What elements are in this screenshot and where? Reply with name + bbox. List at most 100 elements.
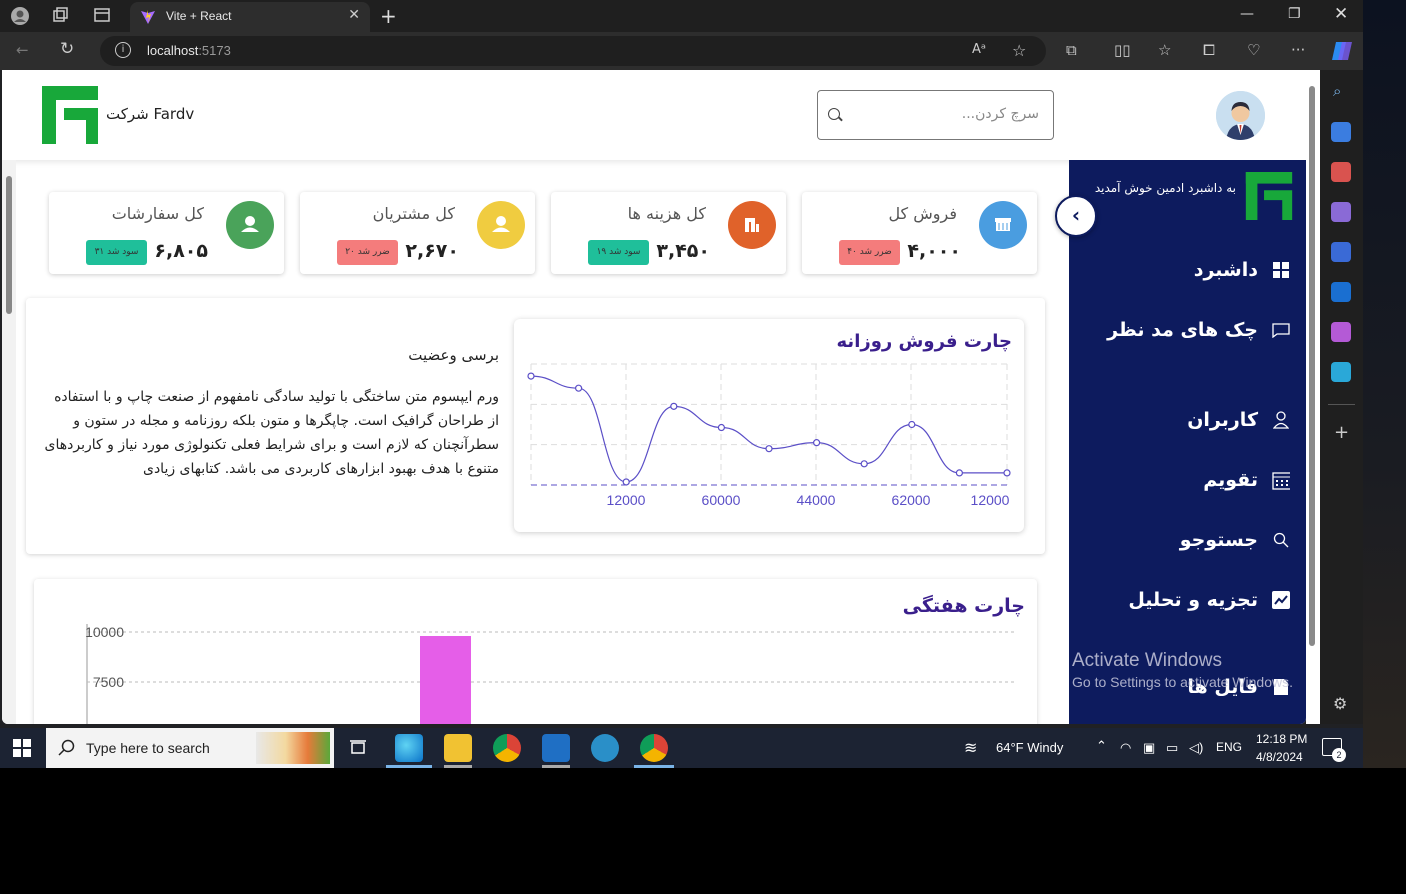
chat-icon <box>1272 321 1290 339</box>
edge-taskbar-icon[interactable] <box>395 734 423 762</box>
designer-icon[interactable] <box>1331 322 1351 342</box>
avatar[interactable] <box>1216 91 1265 140</box>
briefcase-icon[interactable] <box>1331 162 1351 182</box>
data-point <box>955 469 963 477</box>
left-scrollbar[interactable] <box>2 160 16 724</box>
user-avatar-icon <box>1216 91 1265 140</box>
sidebar-item-checks[interactable]: چک های مد نظر <box>1107 315 1290 345</box>
tab-vite-react[interactable]: Vite + React ✕ <box>130 2 370 32</box>
performance-icon[interactable]: ♡ <box>1247 41 1260 59</box>
sidebar-item-label: داشبرد <box>1193 259 1258 281</box>
collections-icon[interactable]: ⧠ <box>1203 41 1215 59</box>
minimize-icon[interactable]: — <box>1240 6 1254 22</box>
split-screen-icon[interactable]: ▯▯ <box>1114 41 1131 59</box>
data-point <box>813 439 821 447</box>
series-line <box>530 375 1007 483</box>
weather-text[interactable]: 64°F Windy <box>996 740 1063 755</box>
daily-line-chart: 12000 60000 44000 62000 12000 <box>527 363 1011 508</box>
profile-icon[interactable] <box>10 6 30 26</box>
tag-icon[interactable] <box>1331 122 1351 142</box>
settings-gear-icon[interactable]: ⚙ <box>1333 694 1347 713</box>
review-title: برسی وعضیت <box>408 346 499 364</box>
clock-date[interactable]: 4/8/2024 <box>1256 750 1303 764</box>
x-tick-label: 12000 <box>971 492 1010 508</box>
new-tab-icon[interactable]: + <box>380 4 397 28</box>
card-total-orders: کل سفارشات ۶,۸۰۵ سود شد ۳۱ <box>49 192 284 274</box>
data-point <box>527 372 535 380</box>
add-icon[interactable]: + <box>1334 422 1349 443</box>
weekly-panel: چارت هفتگی 10000 7500 <box>34 579 1037 724</box>
y-tick-label: 10000 <box>85 624 124 640</box>
card-total-expenses: کل هزینه ها ۳,۴۵۰ سود شد ۱۹ <box>551 192 786 274</box>
analytics-icon <box>1272 591 1290 609</box>
workspaces-icon[interactable] <box>50 6 70 26</box>
watermark-line2: Go to Settings to activate Windows. <box>1072 674 1293 690</box>
games-icon[interactable] <box>1331 202 1351 222</box>
more-menu-icon[interactable]: ··· <box>1291 41 1305 59</box>
refresh-icon[interactable]: ↻ <box>60 39 74 59</box>
sidebar-item-users[interactable]: کاربران <box>1187 405 1290 435</box>
card-title: کل هزینه ها <box>627 204 706 223</box>
status-badge: سود شد ۱۹ <box>588 240 649 265</box>
card-title: فروش کل <box>888 204 957 223</box>
favorites-icon[interactable]: ☆ <box>1158 41 1171 59</box>
restore-icon[interactable]: ❐ <box>1288 6 1301 22</box>
chevron-up-icon[interactable]: ⌃ <box>1096 738 1107 754</box>
close-window-icon[interactable]: ✕ <box>1334 4 1348 24</box>
weather-icon[interactable]: ≋ <box>964 738 977 758</box>
outlook-icon[interactable] <box>1331 282 1351 302</box>
vscode-icon[interactable] <box>542 734 570 762</box>
status-badge: سود شد ۳۱ <box>86 240 147 265</box>
wifi-icon[interactable]: ◠ <box>1120 740 1131 756</box>
sidebar-item-label: کاربران <box>1187 409 1258 431</box>
sidebar-item-search[interactable]: جستوجو <box>1180 525 1290 555</box>
language-indicator[interactable]: ENG <box>1216 740 1242 754</box>
volume-icon[interactable]: ◁) <box>1189 740 1203 756</box>
site-info-icon[interactable]: i <box>115 42 131 58</box>
tab-actions-icon[interactable] <box>92 6 112 26</box>
card-title: کل مشتریان <box>372 204 455 223</box>
chrome-canary-icon[interactable] <box>640 734 668 762</box>
grid-icon <box>1272 261 1290 279</box>
sidebar-item-dashboard[interactable]: داشبرد <box>1194 255 1290 285</box>
sidebar-toggle-button[interactable]: ‹ <box>1055 195 1097 237</box>
read-aloud-icon[interactable]: Aᵃ <box>972 42 986 57</box>
copilot-sidebar-icon[interactable] <box>1331 242 1351 262</box>
close-tab-icon[interactable]: ✕ <box>348 7 360 23</box>
favorite-star-icon[interactable]: ☆ <box>1012 41 1026 60</box>
battery-icon[interactable]: ▭ <box>1166 740 1178 756</box>
data-point <box>670 402 678 410</box>
search-icon <box>58 739 75 756</box>
copilot-icon[interactable] <box>1330 40 1354 62</box>
taskbar-search[interactable]: Type here to search <box>46 728 334 768</box>
shop-icon <box>979 201 1027 249</box>
y-tick-label: 7500 <box>93 674 124 690</box>
data-point <box>717 423 725 432</box>
page-scrollbar[interactable] <box>1306 70 1320 724</box>
task-view-icon[interactable] <box>348 739 368 761</box>
watermark-line1: Activate Windows <box>1072 650 1222 671</box>
sidebar-item-analytics[interactable]: تجزیه و تحلیل <box>1128 585 1290 615</box>
sidebar-divider <box>1328 404 1355 405</box>
security-icon[interactable]: ▣ <box>1143 740 1155 756</box>
windows-start-icon[interactable] <box>13 739 31 761</box>
data-point <box>860 460 868 468</box>
daily-panel: چارت فروش روزانه 12000 60000 44000 62000 120… <box>26 298 1045 554</box>
url-field[interactable]: i localhost:5173 Aᵃ ☆ <box>100 36 1046 66</box>
sidebar-item-calendar[interactable]: تقویم <box>1203 465 1290 495</box>
extensions-icon[interactable]: ⧉ <box>1066 41 1077 59</box>
chrome-icon[interactable] <box>493 734 521 762</box>
send-icon[interactable] <box>1331 362 1351 382</box>
back-icon[interactable]: ← <box>16 41 29 59</box>
sidebar-item-label: تجزیه و تحلیل <box>1128 589 1258 611</box>
search-box[interactable]: ...سرچ کردن <box>817 90 1054 140</box>
data-point <box>1003 469 1011 477</box>
clock-time[interactable]: 12:18 PM <box>1256 732 1307 746</box>
data-point <box>574 384 583 392</box>
search-icon[interactable]: ⌕ <box>1333 82 1341 100</box>
vivaldi-icon[interactable] <box>591 734 619 762</box>
address-bar-row: ← ↻ i localhost:5173 Aᵃ ☆ ⧉ ▯▯ ☆ ⧠ ♡ ··· <box>0 32 1363 70</box>
x-tick-label: 12000 <box>607 492 646 508</box>
x-tick-label: 62000 <box>892 492 931 508</box>
file-explorer-icon[interactable] <box>444 734 472 762</box>
